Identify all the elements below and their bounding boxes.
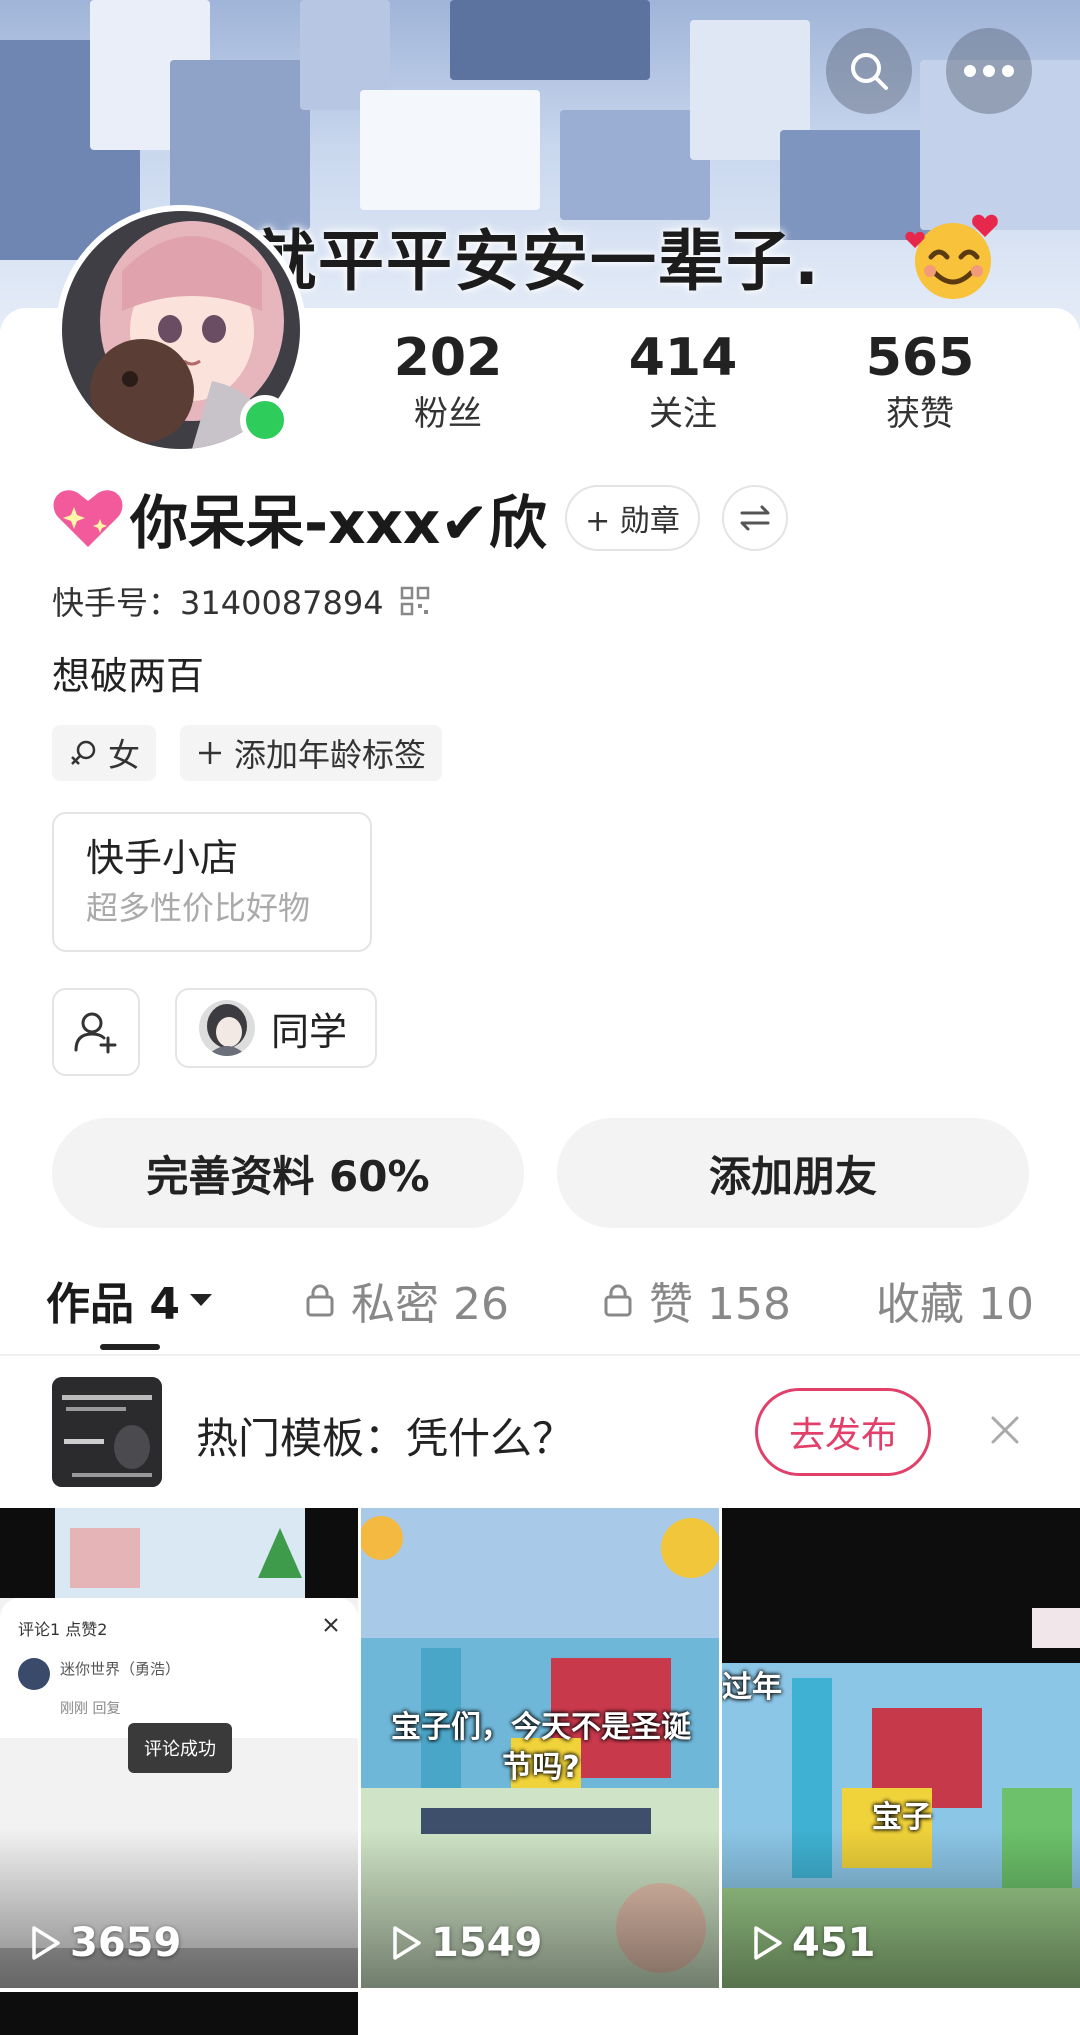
tab-liked[interactable]: 赞 158: [603, 1270, 791, 1330]
play-count-value: 451: [792, 1920, 876, 1966]
stat-following[interactable]: 414 关注: [593, 325, 773, 437]
lock-icon: [306, 1284, 334, 1317]
close-icon[interactable]: [985, 1410, 1025, 1450]
add-person-icon: [74, 1012, 117, 1054]
stat-likes[interactable]: 565 获赞: [830, 325, 1010, 437]
commenter-name: 迷你世界（勇浩）: [60, 1660, 181, 1678]
lock-icon: [604, 1284, 632, 1317]
more-dots-icon: [964, 65, 1014, 77]
video-item[interactable]: 宝子们，今天不是圣诞节吗? 1549: [361, 1508, 719, 1988]
play-count: 3659: [30, 1920, 181, 1966]
close-icon: [324, 1618, 338, 1632]
toast-message: 评论成功: [128, 1723, 232, 1773]
classmate-label: 同学: [271, 1009, 348, 1054]
video-side-text: 过年: [722, 1670, 782, 1705]
tab-works-label: 作品 4: [46, 1279, 180, 1330]
video-subtitle: 宝子们，今天不是圣诞节吗?: [391, 1710, 691, 1785]
add-medal-button[interactable]: + 勋章: [565, 485, 700, 551]
username: 你呆呆-xxx✔欣: [130, 489, 547, 557]
dropdown-caret-icon: [189, 1294, 212, 1306]
stat-following-count: 414: [628, 328, 738, 388]
classmate-avatar: [199, 1000, 255, 1056]
stat-following-label: 关注: [649, 394, 717, 434]
classmate-button[interactable]: 同学: [175, 988, 377, 1068]
banner-block: [450, 0, 650, 80]
plus-icon: [199, 742, 221, 764]
search-icon: [851, 53, 888, 90]
kuaishou-id: 快手号：3140087894: [52, 584, 384, 622]
more-button[interactable]: [946, 28, 1032, 114]
online-status-indicator: [240, 395, 290, 445]
add-friend-icon-button[interactable]: [52, 988, 140, 1076]
video-item[interactable]: 评论1 点赞2 迷你世界（勇浩） 刚刚 回复 评论成功 3659: [0, 1508, 358, 1988]
shop-title: 快手小店: [86, 836, 239, 880]
smiling-face-with-hearts-icon: [905, 214, 998, 299]
username-row: 你呆呆-xxx✔欣: [52, 485, 547, 557]
stat-likes-count: 565: [865, 328, 975, 388]
tab-liked-label: 赞 158: [649, 1279, 791, 1330]
tab-works[interactable]: 作品 4: [46, 1270, 214, 1330]
publish-button[interactable]: 去发布: [755, 1388, 931, 1476]
comment-panel: 评论1 点赞2 迷你世界（勇浩） 刚刚 回复: [0, 1598, 358, 1738]
play-count-value: 1549: [431, 1920, 543, 1966]
comment-panel-tabs: 评论1 点赞2: [18, 1620, 108, 1639]
stat-fans-label: 粉丝: [414, 394, 482, 434]
play-icon: [393, 1926, 421, 1960]
add-age-tag-button[interactable]: 添加年龄标签: [180, 725, 443, 781]
swap-arrows-icon: [740, 505, 770, 531]
next-row-video-peek: [0, 1992, 358, 2035]
play-count: 451: [752, 1920, 876, 1966]
tab-private-label: 私密 26: [351, 1279, 509, 1330]
add-age-tag-label: 添加年龄标签: [234, 736, 427, 774]
banner-caption: 就平平安安一辈子.: [250, 223, 822, 300]
banner-block: [560, 110, 710, 220]
complete-profile-button[interactable]: 完善资料 60%: [52, 1118, 524, 1228]
video-item[interactable]: 过年 宝子 451: [722, 1508, 1080, 1988]
template-thumbnail[interactable]: [52, 1377, 162, 1487]
female-icon: [71, 740, 96, 765]
stat-likes-label: 获赞: [886, 394, 954, 434]
switch-account-button[interactable]: [722, 485, 788, 551]
stat-fans-count: 202: [393, 328, 503, 388]
kuaishou-shop-card[interactable]: 快手小店 超多性价比好物: [52, 812, 372, 952]
play-icon: [754, 1926, 782, 1960]
commenter-avatar: [18, 1658, 50, 1690]
profile-bio: 想破两百: [52, 654, 205, 698]
qr-code-icon[interactable]: [400, 586, 430, 616]
tab-private[interactable]: 私密 26: [305, 1270, 509, 1330]
add-friend-button[interactable]: 添加朋友: [557, 1118, 1029, 1228]
play-count: 1549: [391, 1920, 542, 1966]
tab-divider: [0, 1354, 1080, 1356]
gender-tag-label: 女: [108, 736, 141, 774]
gender-tag: 女: [52, 725, 157, 781]
stat-fans[interactable]: 202 粉丝: [358, 325, 538, 437]
banner-block: [360, 90, 540, 210]
play-icon: [32, 1926, 60, 1960]
shop-subtitle: 超多性价比好物: [86, 889, 311, 927]
video-grid: 评论1 点赞2 迷你世界（勇浩） 刚刚 回复 评论成功 3659 宝子们，今天不…: [0, 1508, 1080, 2035]
kuaishou-id-row[interactable]: 快手号：3140087894: [52, 578, 430, 624]
sparkling-heart-icon: [53, 490, 123, 547]
template-banner-text: 热门模板：凭什么？: [196, 1414, 575, 1463]
tab-favorites-label: 收藏 10: [876, 1279, 1034, 1330]
tab-favorites[interactable]: 收藏 10: [876, 1270, 1080, 1330]
search-button[interactable]: [826, 28, 912, 114]
comment-meta: 刚刚 回复: [60, 1701, 121, 1717]
active-tab-indicator: [100, 1344, 160, 1350]
play-count-value: 3659: [70, 1920, 182, 1966]
